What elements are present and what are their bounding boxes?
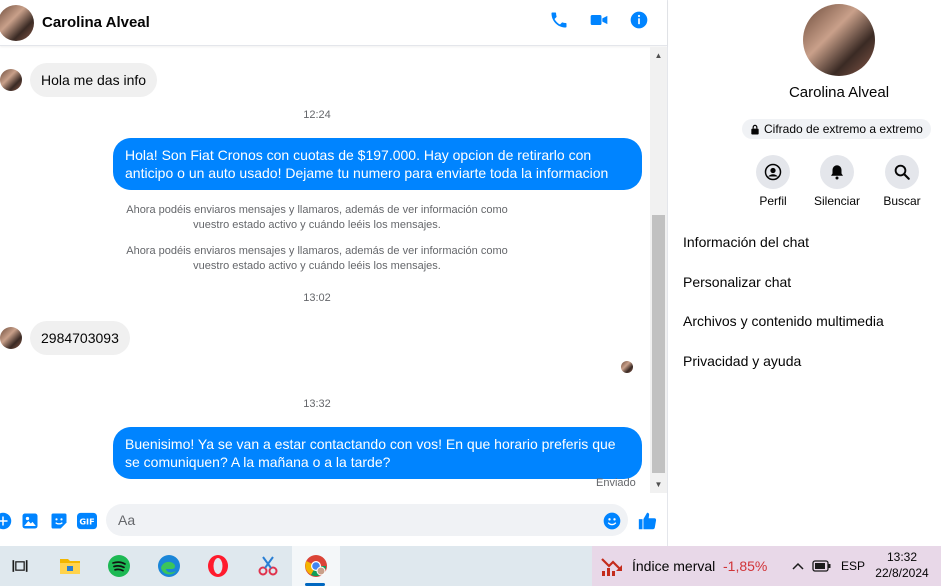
edge-icon[interactable] bbox=[155, 552, 183, 580]
like-icon[interactable] bbox=[637, 510, 659, 532]
menu-files-media[interactable]: Archivos y contenido multimedia bbox=[683, 313, 884, 329]
snipping-tool-icon[interactable] bbox=[254, 552, 282, 580]
file-explorer-icon[interactable] bbox=[56, 552, 84, 580]
widget-title: Índice merval bbox=[632, 558, 716, 574]
scroll-down-icon[interactable]: ▼ bbox=[650, 476, 667, 493]
timestamp: 13:02 bbox=[303, 292, 331, 304]
bell-icon[interactable] bbox=[820, 155, 854, 189]
gif-icon[interactable]: GIF bbox=[76, 510, 98, 532]
search-action[interactable]: Buscar bbox=[872, 155, 932, 208]
profile-label: Perfil bbox=[759, 194, 787, 208]
search-label: Buscar bbox=[883, 194, 921, 208]
message-input[interactable]: Aa bbox=[106, 504, 628, 536]
add-icon[interactable] bbox=[0, 510, 14, 532]
sender-avatar bbox=[0, 69, 22, 91]
mute-action[interactable]: Silenciar bbox=[807, 155, 867, 208]
outgoing-message[interactable]: Buenisimo! Ya se van a estar contactando… bbox=[113, 427, 642, 479]
menu-customize-chat[interactable]: Personalizar chat bbox=[683, 274, 791, 290]
menu-privacy-help[interactable]: Privacidad y ayuda bbox=[683, 353, 801, 369]
video-call-icon[interactable] bbox=[587, 8, 611, 32]
sender-avatar bbox=[0, 327, 22, 349]
messenger-window: Carolina Alveal Hola me das info 12:24 H… bbox=[0, 0, 941, 546]
system-notice: Ahora podéis enviaros mensajes y llamaro… bbox=[126, 204, 508, 231]
opera-icon[interactable] bbox=[204, 552, 232, 580]
mute-label: Silenciar bbox=[813, 194, 861, 208]
sticker-icon[interactable] bbox=[48, 510, 70, 532]
lock-icon bbox=[751, 124, 759, 135]
emoji-icon[interactable] bbox=[601, 510, 623, 532]
system-notice: Ahora podéis enviaros mensajes y llamaro… bbox=[126, 245, 508, 272]
chrome-icon[interactable] bbox=[302, 552, 330, 580]
svg-text:GIF: GIF bbox=[79, 517, 94, 527]
contact-name[interactable]: Carolina Alveal bbox=[42, 14, 150, 31]
system-clock[interactable]: 13:32 22/8/2024 bbox=[866, 549, 938, 581]
encryption-badge[interactable]: Cifrado de extremo a extremo bbox=[742, 119, 931, 139]
sent-status: Enviado bbox=[596, 477, 636, 489]
contact-avatar[interactable] bbox=[0, 4, 34, 41]
scroll-up-icon[interactable]: ▲ bbox=[650, 47, 667, 64]
profile-icon[interactable] bbox=[756, 155, 790, 189]
phone-icon[interactable] bbox=[547, 8, 571, 32]
contact-profile-photo[interactable] bbox=[803, 4, 875, 76]
chat-header: Carolina Alveal bbox=[0, 0, 667, 46]
message-bubble[interactable]: 2984703093 bbox=[30, 321, 130, 355]
search-icon[interactable] bbox=[885, 155, 919, 189]
incoming-message: Hola me das info bbox=[0, 63, 158, 97]
outgoing-message[interactable]: Hola! Son Fiat Cronos con cuotas de $197… bbox=[113, 138, 642, 190]
scroll-thumb[interactable] bbox=[652, 215, 665, 473]
timestamp: 13:32 bbox=[303, 398, 331, 410]
clock-time: 13:32 bbox=[886, 550, 918, 564]
language-indicator[interactable]: ESP bbox=[841, 559, 865, 573]
profile-action[interactable]: Perfil bbox=[743, 155, 803, 208]
incoming-message: 2984703093 bbox=[0, 321, 130, 355]
chat-details-sidebar: Carolina Alveal Cifrado de extremo a ext… bbox=[669, 0, 941, 546]
spotify-icon[interactable] bbox=[105, 552, 133, 580]
clock-date: 22/8/2024 bbox=[875, 566, 929, 580]
timestamp: 12:24 bbox=[303, 109, 331, 121]
task-view-icon[interactable] bbox=[6, 552, 34, 580]
encryption-label: Cifrado de extremo a extremo bbox=[764, 122, 923, 136]
info-icon[interactable] bbox=[627, 8, 651, 32]
message-scrollbar[interactable]: ▲ ▼ bbox=[650, 47, 667, 493]
chat-panel: Carolina Alveal Hola me das info 12:24 H… bbox=[0, 0, 668, 546]
widget-value: -1,85% bbox=[723, 558, 768, 574]
sidebar-contact-name: Carolina Alveal bbox=[788, 84, 890, 101]
stock-trend-icon bbox=[598, 552, 626, 580]
message-list[interactable]: Hola me das info 12:24 Hola! Son Fiat Cr… bbox=[0, 47, 650, 493]
message-input-placeholder: Aa bbox=[118, 512, 136, 528]
menu-chat-info[interactable]: Información del chat bbox=[683, 234, 809, 250]
battery-icon[interactable] bbox=[808, 552, 836, 580]
image-icon[interactable] bbox=[19, 510, 41, 532]
message-bubble[interactable]: Hola me das info bbox=[30, 63, 158, 97]
seen-avatar bbox=[621, 361, 633, 373]
